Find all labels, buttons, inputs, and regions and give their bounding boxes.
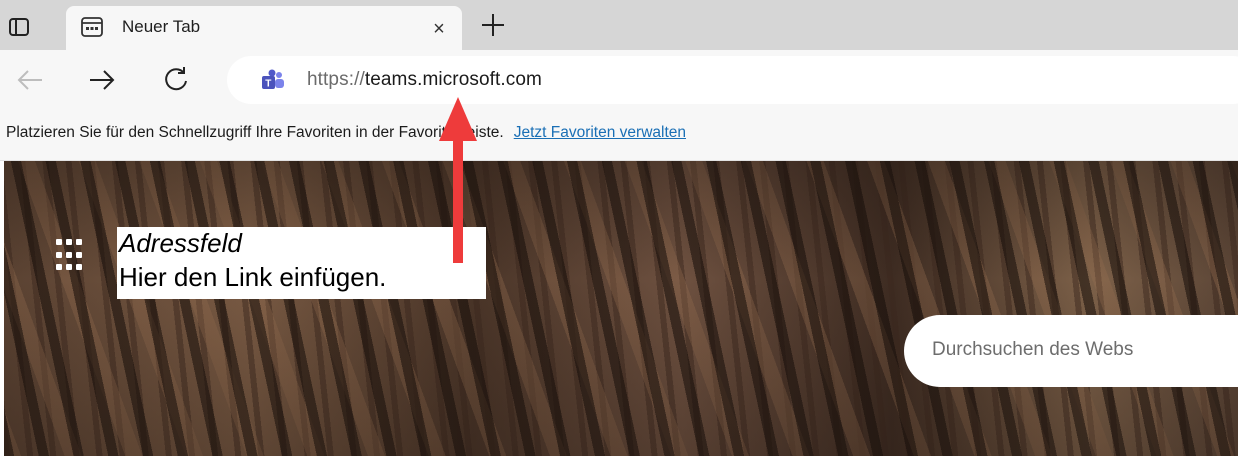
search-placeholder: Durchsuchen des Webs	[932, 339, 1134, 360]
tab-strip: Neuer Tab ×	[0, 0, 1238, 50]
svg-text:T: T	[265, 79, 271, 90]
navigation-toolbar: T https://teams.microsoft.com	[0, 50, 1238, 112]
favorites-bar-message-container: Platzieren Sie für den Schnellzugriff Ih…	[6, 124, 686, 142]
annotation-arrow	[439, 97, 477, 263]
forward-arrow-icon[interactable]	[86, 64, 118, 96]
close-icon[interactable]: ×	[426, 16, 452, 42]
tab-actions-icon[interactable]	[6, 14, 32, 40]
teams-icon: T	[261, 68, 285, 92]
back-arrow-icon[interactable]	[14, 64, 46, 96]
annotation-arrow-head	[439, 97, 477, 141]
new-tab-page-icon	[80, 15, 106, 41]
manage-favorites-link[interactable]: Jetzt Favoriten verwalten	[514, 124, 686, 141]
refresh-icon[interactable]	[160, 64, 192, 96]
favorites-bar: Platzieren Sie für den Schnellzugriff Ih…	[0, 112, 1238, 161]
annotation-title: Adressfeld	[119, 228, 242, 258]
address-field[interactable]: T https://teams.microsoft.com	[227, 56, 1238, 104]
web-search-box[interactable]: Durchsuchen des Webs	[904, 315, 1238, 387]
tab-title: Neuer Tab	[122, 17, 201, 36]
apps-grid-icon[interactable]	[52, 235, 94, 277]
annotation-callout: Adressfeld Hier den Link einfügen.	[117, 227, 486, 299]
tab-neuer-tab[interactable]: Neuer Tab ×	[66, 6, 462, 50]
plus-icon[interactable]	[478, 10, 508, 40]
favorites-bar-message: Platzieren Sie für den Schnellzugriff Ih…	[6, 124, 504, 141]
annotation-text: Hier den Link einfügen.	[119, 262, 387, 292]
url-text: https://teams.microsoft.com	[307, 69, 542, 91]
url-host: teams.microsoft.com	[364, 69, 542, 90]
new-tab-page-background: Durchsuchen des Webs	[4, 161, 1238, 456]
annotation-arrow-shaft	[453, 137, 463, 263]
url-scheme: https://	[307, 69, 365, 90]
